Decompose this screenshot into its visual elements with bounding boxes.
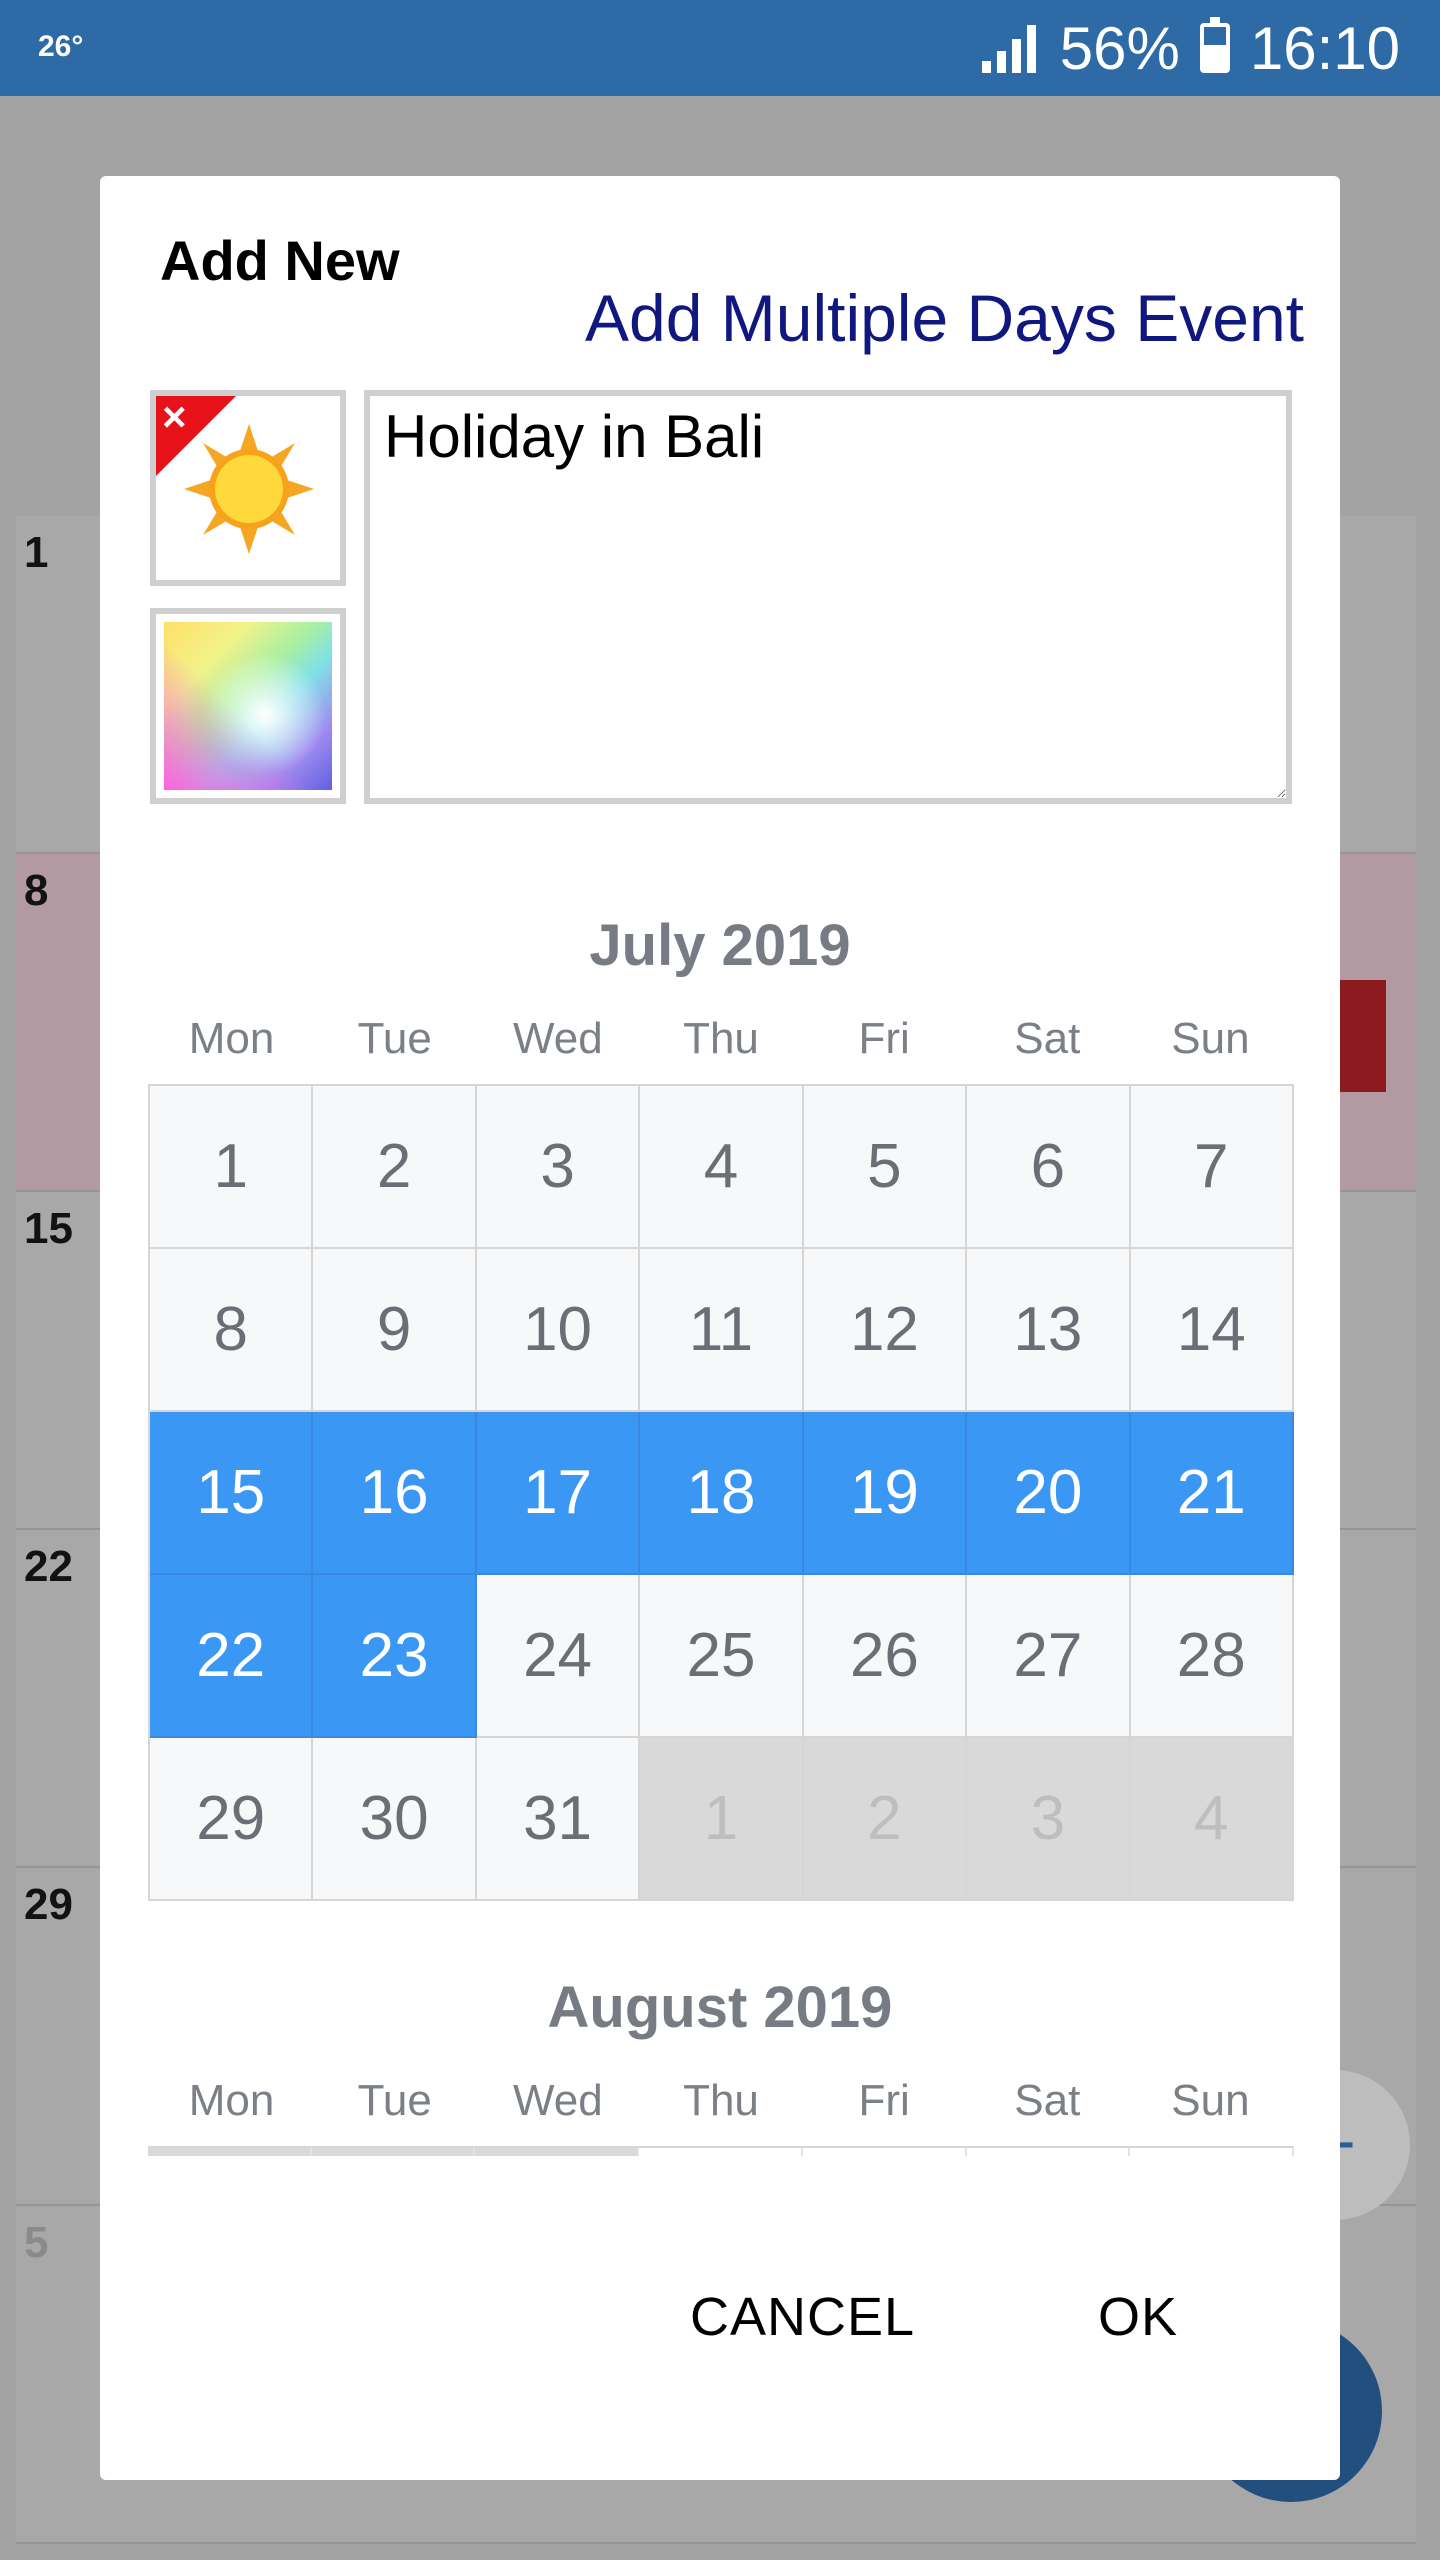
bg-week-number: 22 — [24, 1542, 73, 1591]
day-cell[interactable]: 29 — [150, 1738, 314, 1901]
day-cell[interactable]: 28 — [1130, 1575, 1294, 1738]
day-cell-outside-month[interactable]: 2 — [803, 1738, 968, 1901]
day-cell-outside-month[interactable]: 3 — [967, 1738, 1131, 1901]
temperature-indicator: 26° — [38, 30, 84, 63]
july-day-grid: 1 2 3 4 5 6 7 8 9 10 11 12 13 14 15 16 17 18 19 20 21 22 23 24 2… — [148, 1084, 1294, 1901]
day-cell[interactable]: 26 — [803, 1575, 968, 1738]
weekday-label: Wed — [513, 2076, 603, 2125]
battery-icon — [1199, 17, 1230, 73]
battery-percent: 56% — [1059, 14, 1180, 82]
day-cell-selected[interactable]: 21 — [1130, 1412, 1294, 1575]
weekday-label: Sun — [1171, 1014, 1250, 1063]
weekday-label: Sat — [1014, 1014, 1081, 1063]
weekday-label: Fri — [858, 2076, 910, 2125]
weekday-label: Fri — [858, 1014, 910, 1063]
event-title-input[interactable] — [364, 390, 1292, 804]
day-cell-selected[interactable]: 22 — [150, 1575, 314, 1738]
weekday-label: Thu — [683, 2076, 759, 2125]
day-cell[interactable]: 7 — [1130, 1086, 1294, 1249]
bg-week-number: 5 — [24, 2218, 49, 2267]
weekday-label: Sun — [1171, 2076, 1250, 2125]
bg-week-number: 15 — [24, 1204, 73, 1253]
day-cell-selected[interactable]: 23 — [313, 1575, 477, 1738]
day-cell[interactable]: 11 — [640, 1249, 804, 1412]
signal-icon — [981, 23, 1036, 73]
weekday-label: Tue — [357, 1014, 432, 1063]
day-cell-selected[interactable]: 18 — [640, 1412, 804, 1575]
day-cell[interactable]: 14 — [1130, 1249, 1294, 1412]
day-cell[interactable]: 10 — [476, 1249, 641, 1412]
month-title-july: July 2019 — [589, 913, 851, 978]
day-cell[interactable]: 31 — [476, 1738, 641, 1901]
color-picker[interactable] — [150, 608, 346, 804]
close-icon[interactable]: × — [162, 396, 187, 442]
dialog-title: Add New — [160, 229, 400, 292]
weekday-label: Thu — [683, 1014, 759, 1063]
day-cell-outside-month[interactable]: 1 — [640, 1738, 804, 1901]
weekday-label: Mon — [188, 2076, 275, 2125]
day-cell-selected[interactable]: 15 — [150, 1412, 314, 1575]
day-cell[interactable]: 5 — [803, 1086, 968, 1249]
day-cell[interactable]: 6 — [967, 1086, 1131, 1249]
day-cell[interactable]: 9 — [313, 1249, 477, 1412]
day-cell[interactable]: 25 — [640, 1575, 804, 1738]
day-cell[interactable]: 1 — [150, 1086, 314, 1249]
day-cell-outside-month[interactable]: 4 — [1130, 1738, 1294, 1901]
day-cell[interactable]: 2 — [313, 1086, 477, 1249]
day-cell[interactable]: 13 — [967, 1249, 1131, 1412]
day-cell-selected[interactable]: 16 — [313, 1412, 477, 1575]
day-cell-selected[interactable]: 19 — [803, 1412, 968, 1575]
day-cell[interactable]: 12 — [803, 1249, 968, 1412]
clock: 16:10 — [1249, 14, 1400, 82]
weekday-label: Sat — [1014, 2076, 1081, 2125]
august-grid-edge — [148, 2146, 1295, 2156]
day-cell[interactable]: 30 — [313, 1738, 477, 1901]
day-cell-selected[interactable]: 17 — [476, 1412, 641, 1575]
day-cell[interactable]: 27 — [967, 1575, 1131, 1738]
bg-week-number: 1 — [24, 528, 49, 577]
weekday-label: Wed — [513, 1014, 603, 1063]
weekday-label: Tue — [357, 2076, 432, 2125]
cancel-button[interactable]: CANCEL — [690, 2286, 915, 2348]
weekday-label: Mon — [188, 1014, 275, 1063]
add-event-dialog: Add New Add Multiple Days Event × July 2… — [100, 176, 1340, 2480]
weekday-header-july: Mon Tue Wed Thu Fri Sat Sun — [150, 1014, 1292, 1064]
day-cell[interactable]: 8 — [150, 1249, 314, 1412]
day-cell[interactable]: 24 — [476, 1575, 641, 1738]
day-cell[interactable]: 4 — [640, 1086, 804, 1249]
day-cell-selected[interactable]: 20 — [967, 1412, 1131, 1575]
bg-week-number: 29 — [24, 1880, 73, 1929]
color-gradient-swatch — [164, 622, 332, 790]
event-icon-picker[interactable]: × — [150, 390, 346, 586]
weekday-header-august: Mon Tue Wed Thu Fri Sat Sun — [150, 2076, 1292, 2126]
ok-button[interactable]: OK — [1098, 2286, 1178, 2348]
bg-week-number: 8 — [24, 866, 49, 915]
month-title-august: August 2019 — [547, 1975, 893, 2040]
status-bar: 26° 56% 16:10 — [0, 0, 1440, 96]
dialog-subtitle: Add Multiple Days Event — [584, 281, 1304, 355]
status-right: 56% 16:10 — [981, 14, 1400, 82]
day-cell[interactable]: 3 — [476, 1086, 641, 1249]
